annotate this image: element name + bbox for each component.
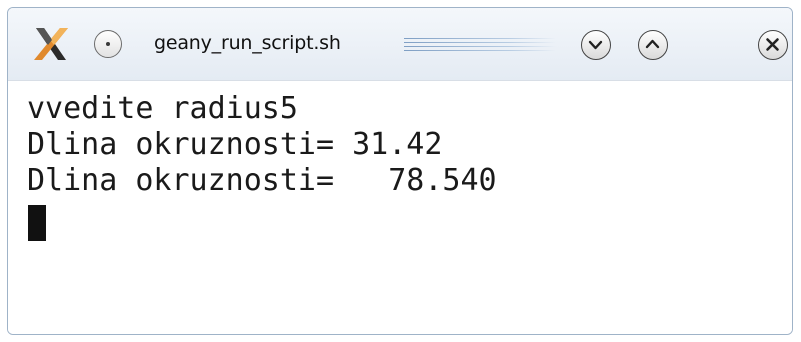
geany-x-icon[interactable] (30, 24, 72, 64)
terminal-line-1: vvedite radius5 (27, 91, 298, 126)
terminal-output[interactable]: vvedite radius5 Dlina okruznosti= 31.42 … (8, 80, 792, 334)
title-bar[interactable]: geany_run_script.sh (8, 8, 792, 80)
terminal-line-2: Dlina okruznosti= 31.42 (27, 127, 443, 162)
close-button[interactable] (758, 30, 788, 60)
text-cursor (28, 205, 46, 241)
chevron-up-icon (645, 39, 660, 49)
minimize-button[interactable] (581, 30, 611, 60)
window-title: geany_run_script.sh (154, 32, 341, 54)
chevron-down-icon (588, 40, 603, 50)
terminal-line-3: Dlina okruznosti= 78.540 (27, 163, 497, 198)
close-x-icon (766, 38, 779, 51)
title-decoration (404, 38, 556, 52)
maximize-button[interactable] (638, 30, 668, 60)
sticky-dot-icon[interactable] (94, 30, 122, 58)
terminal-window: geany_run_script.sh vvedite radius5 Dlin… (7, 7, 793, 335)
